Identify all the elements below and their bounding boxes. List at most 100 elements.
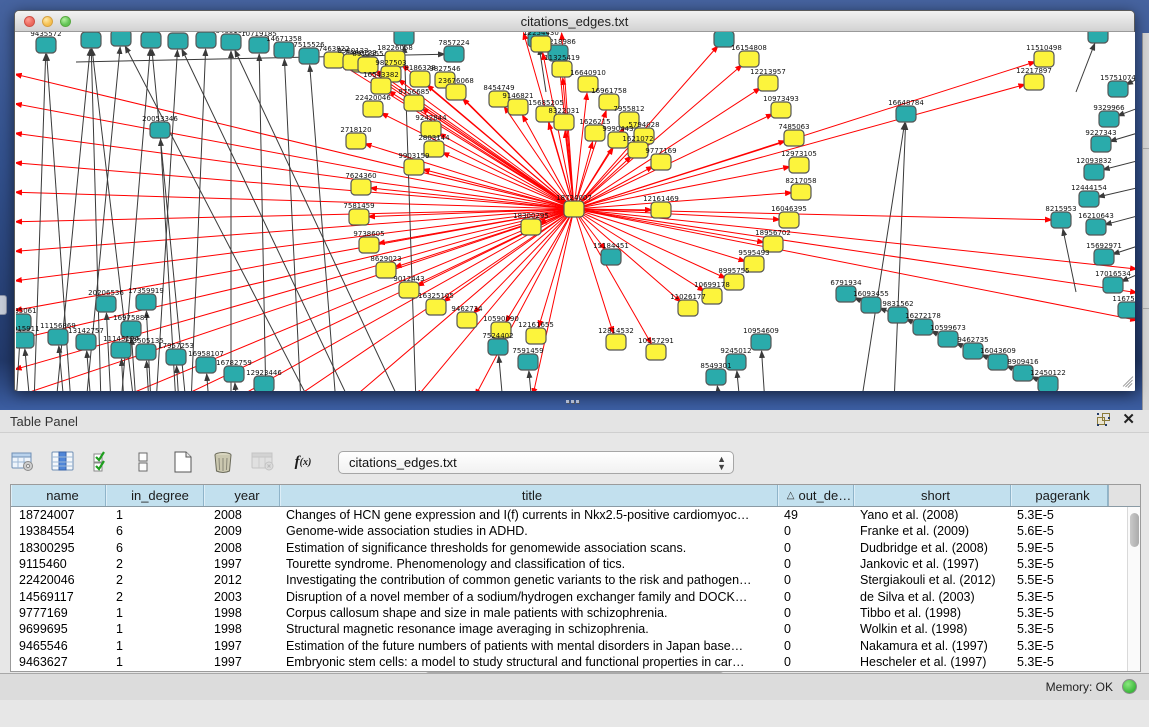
table-row[interactable]: 1872400712008Changes of HCN gene express… <box>11 507 1140 523</box>
graph-node[interactable]: 12450122 <box>1030 369 1066 391</box>
graph-node[interactable]: 16975887 <box>113 314 149 337</box>
table-cell[interactable]: 5.3E-5 <box>1011 590 1108 604</box>
function-builder-icon[interactable]: f(x) <box>290 449 316 475</box>
graph-edge[interactable] <box>365 144 574 209</box>
delete-table-icon[interactable] <box>210 449 236 475</box>
graph-edge[interactable] <box>559 62 574 209</box>
graph-edge[interactable] <box>207 374 209 391</box>
graph-node[interactable]: 2718120 <box>340 126 371 149</box>
graph-node[interactable]: 11026177 <box>670 293 706 316</box>
table-cell[interactable]: 6 <box>106 541 204 555</box>
graph-edge[interactable] <box>34 54 46 391</box>
table-cell[interactable]: 1998 <box>204 606 280 620</box>
graph-node[interactable]: 9903159 <box>398 152 429 175</box>
table-cell[interactable]: Investigating the contribution of common… <box>280 573 778 587</box>
table-cell[interactable]: 9699695 <box>11 622 106 636</box>
graph-node[interactable]: 8217058 <box>785 177 816 200</box>
table-cell[interactable]: 1 <box>106 639 204 653</box>
panel-splitter-handle[interactable] <box>566 398 580 405</box>
table-cell[interactable]: Tibbo et al. (1998) <box>854 606 1011 620</box>
table-cell[interactable]: 22420046 <box>11 573 106 587</box>
table-cell[interactable]: 5.6E-5 <box>1011 524 1108 538</box>
right-collapsed-panel-strip[interactable] <box>1142 33 1149 410</box>
table-cell[interactable]: 2003 <box>204 590 280 604</box>
table-row[interactable]: 1456911722003Disruption of a novel membe… <box>11 588 1140 604</box>
table-cell[interactable]: Franke et al. (2009) <box>854 524 1011 538</box>
graph-edge[interactable] <box>529 371 532 391</box>
table-cell[interactable]: 0 <box>778 590 854 604</box>
table-cell[interactable]: Disruption of a novel member of a sodium… <box>280 590 778 604</box>
table-cell[interactable]: 0 <box>778 639 854 653</box>
graph-node[interactable]: 12923446 <box>246 369 282 391</box>
table-cell[interactable]: 1997 <box>204 639 280 653</box>
table-cell[interactable]: 18300295 <box>11 541 106 555</box>
graph-node[interactable]: 12217897 <box>1016 67 1052 90</box>
table-cell[interactable]: 2 <box>106 557 204 571</box>
graph-edge[interactable] <box>353 209 574 391</box>
memory-ok-indicator[interactable] <box>1122 679 1137 694</box>
graph-node[interactable]: 16648784 <box>888 99 924 122</box>
window-resize-grip[interactable] <box>1119 375 1132 388</box>
graph-node[interactable]: 20691406 <box>73 32 109 48</box>
table-row[interactable]: 969969511998Structural magnetic resonanc… <box>11 621 1140 637</box>
graph-node[interactable]: 9462734 <box>451 305 483 328</box>
graph-node[interactable]: 13142757 <box>68 327 104 350</box>
table-cell[interactable]: Dudbridge et al. (2008) <box>854 541 1011 555</box>
graph-edge[interactable] <box>574 209 1052 220</box>
table-row[interactable]: 946554611997Estimation of the future num… <box>11 637 1140 653</box>
graph-edge[interactable] <box>132 338 136 391</box>
float-panel-icon[interactable] <box>1097 413 1110 426</box>
table-cell[interactable]: Changes of HCN gene expression and I(f) … <box>280 508 778 522</box>
graph-edge[interactable] <box>235 383 237 391</box>
graph-edge[interactable] <box>25 349 30 391</box>
table-cell[interactable]: 9465546 <box>11 639 106 653</box>
show-columns-icon[interactable] <box>50 449 76 475</box>
table-cell[interactable]: 2012 <box>204 573 280 587</box>
table-cell[interactable]: 2 <box>106 573 204 587</box>
graph-node[interactable]: 10351426 <box>103 32 139 46</box>
row-height-icon[interactable] <box>130 449 156 475</box>
table-row[interactable]: 946362711997Embryonic stem cells: a mode… <box>11 654 1140 670</box>
graph-node[interactable]: 15751074 <box>1100 74 1135 97</box>
table-cell[interactable]: Stergiakouli et al. (2012) <box>854 573 1011 587</box>
graph-edge[interactable] <box>574 209 704 291</box>
table-cell[interactable]: Jankovic et al. (1997) <box>854 557 1011 571</box>
table-cell[interactable]: 2008 <box>204 508 280 522</box>
table-cell[interactable]: Genome-wide association studies in ADHD. <box>280 524 778 538</box>
column-header-out_de[interactable]: △out_de… <box>778 485 854 506</box>
graph-node[interactable]: 9777169 <box>645 147 676 170</box>
graph-edge[interactable] <box>16 163 574 209</box>
graph-node[interactable]: 12213957 <box>750 68 786 91</box>
table-cell[interactable]: 14569117 <box>11 590 106 604</box>
table-cell[interactable]: Nakamura et al. (1997) <box>854 639 1011 653</box>
table-cell[interactable]: 0 <box>778 573 854 587</box>
table-cell[interactable]: Estimation of the future numbers of pati… <box>280 639 778 653</box>
graph-node[interactable]: 12161655 <box>518 321 554 344</box>
graph-edge[interactable] <box>574 209 613 333</box>
graph-edge[interactable] <box>16 104 574 209</box>
graph-node[interactable]: 8549301 <box>700 362 731 385</box>
table-cell[interactable]: 1 <box>106 655 204 669</box>
column-header-pagerank[interactable]: pagerank <box>1011 485 1108 506</box>
graph-node[interactable]: 16325105 <box>418 292 454 315</box>
table-cell[interactable]: 0 <box>778 606 854 620</box>
graph-edge[interactable] <box>737 371 740 391</box>
create-table-icon[interactable] <box>170 449 196 475</box>
table-cell[interactable]: 1 <box>106 622 204 636</box>
graph-node[interactable]: 12814532 <box>598 327 634 350</box>
table-cell[interactable]: 2008 <box>204 541 280 555</box>
table-options-icon[interactable] <box>10 449 36 475</box>
table-cell[interactable]: Embryonic stem cells: a model to study s… <box>280 655 778 669</box>
graph-node[interactable]: 7524402 <box>482 332 513 355</box>
table-cell[interactable]: Hescheler et al. (1997) <box>854 655 1011 669</box>
column-header-name[interactable]: name <box>11 485 106 506</box>
graph-node[interactable]: 20531346 <box>133 32 169 48</box>
table-cell[interactable]: 5.5E-5 <box>1011 573 1108 587</box>
table-cell[interactable]: 5.3E-5 <box>1011 622 1108 636</box>
graph-node[interactable]: 9329966 <box>1093 104 1125 127</box>
table-cell[interactable]: 0 <box>778 524 854 538</box>
graph-node[interactable]: 8215953 <box>1045 205 1076 228</box>
table-selector-combobox[interactable]: citations_edges.txt ▲▼ <box>338 451 734 474</box>
table-cell[interactable]: 1 <box>106 606 204 620</box>
graph-node[interactable]: 11510498 <box>1026 44 1062 67</box>
